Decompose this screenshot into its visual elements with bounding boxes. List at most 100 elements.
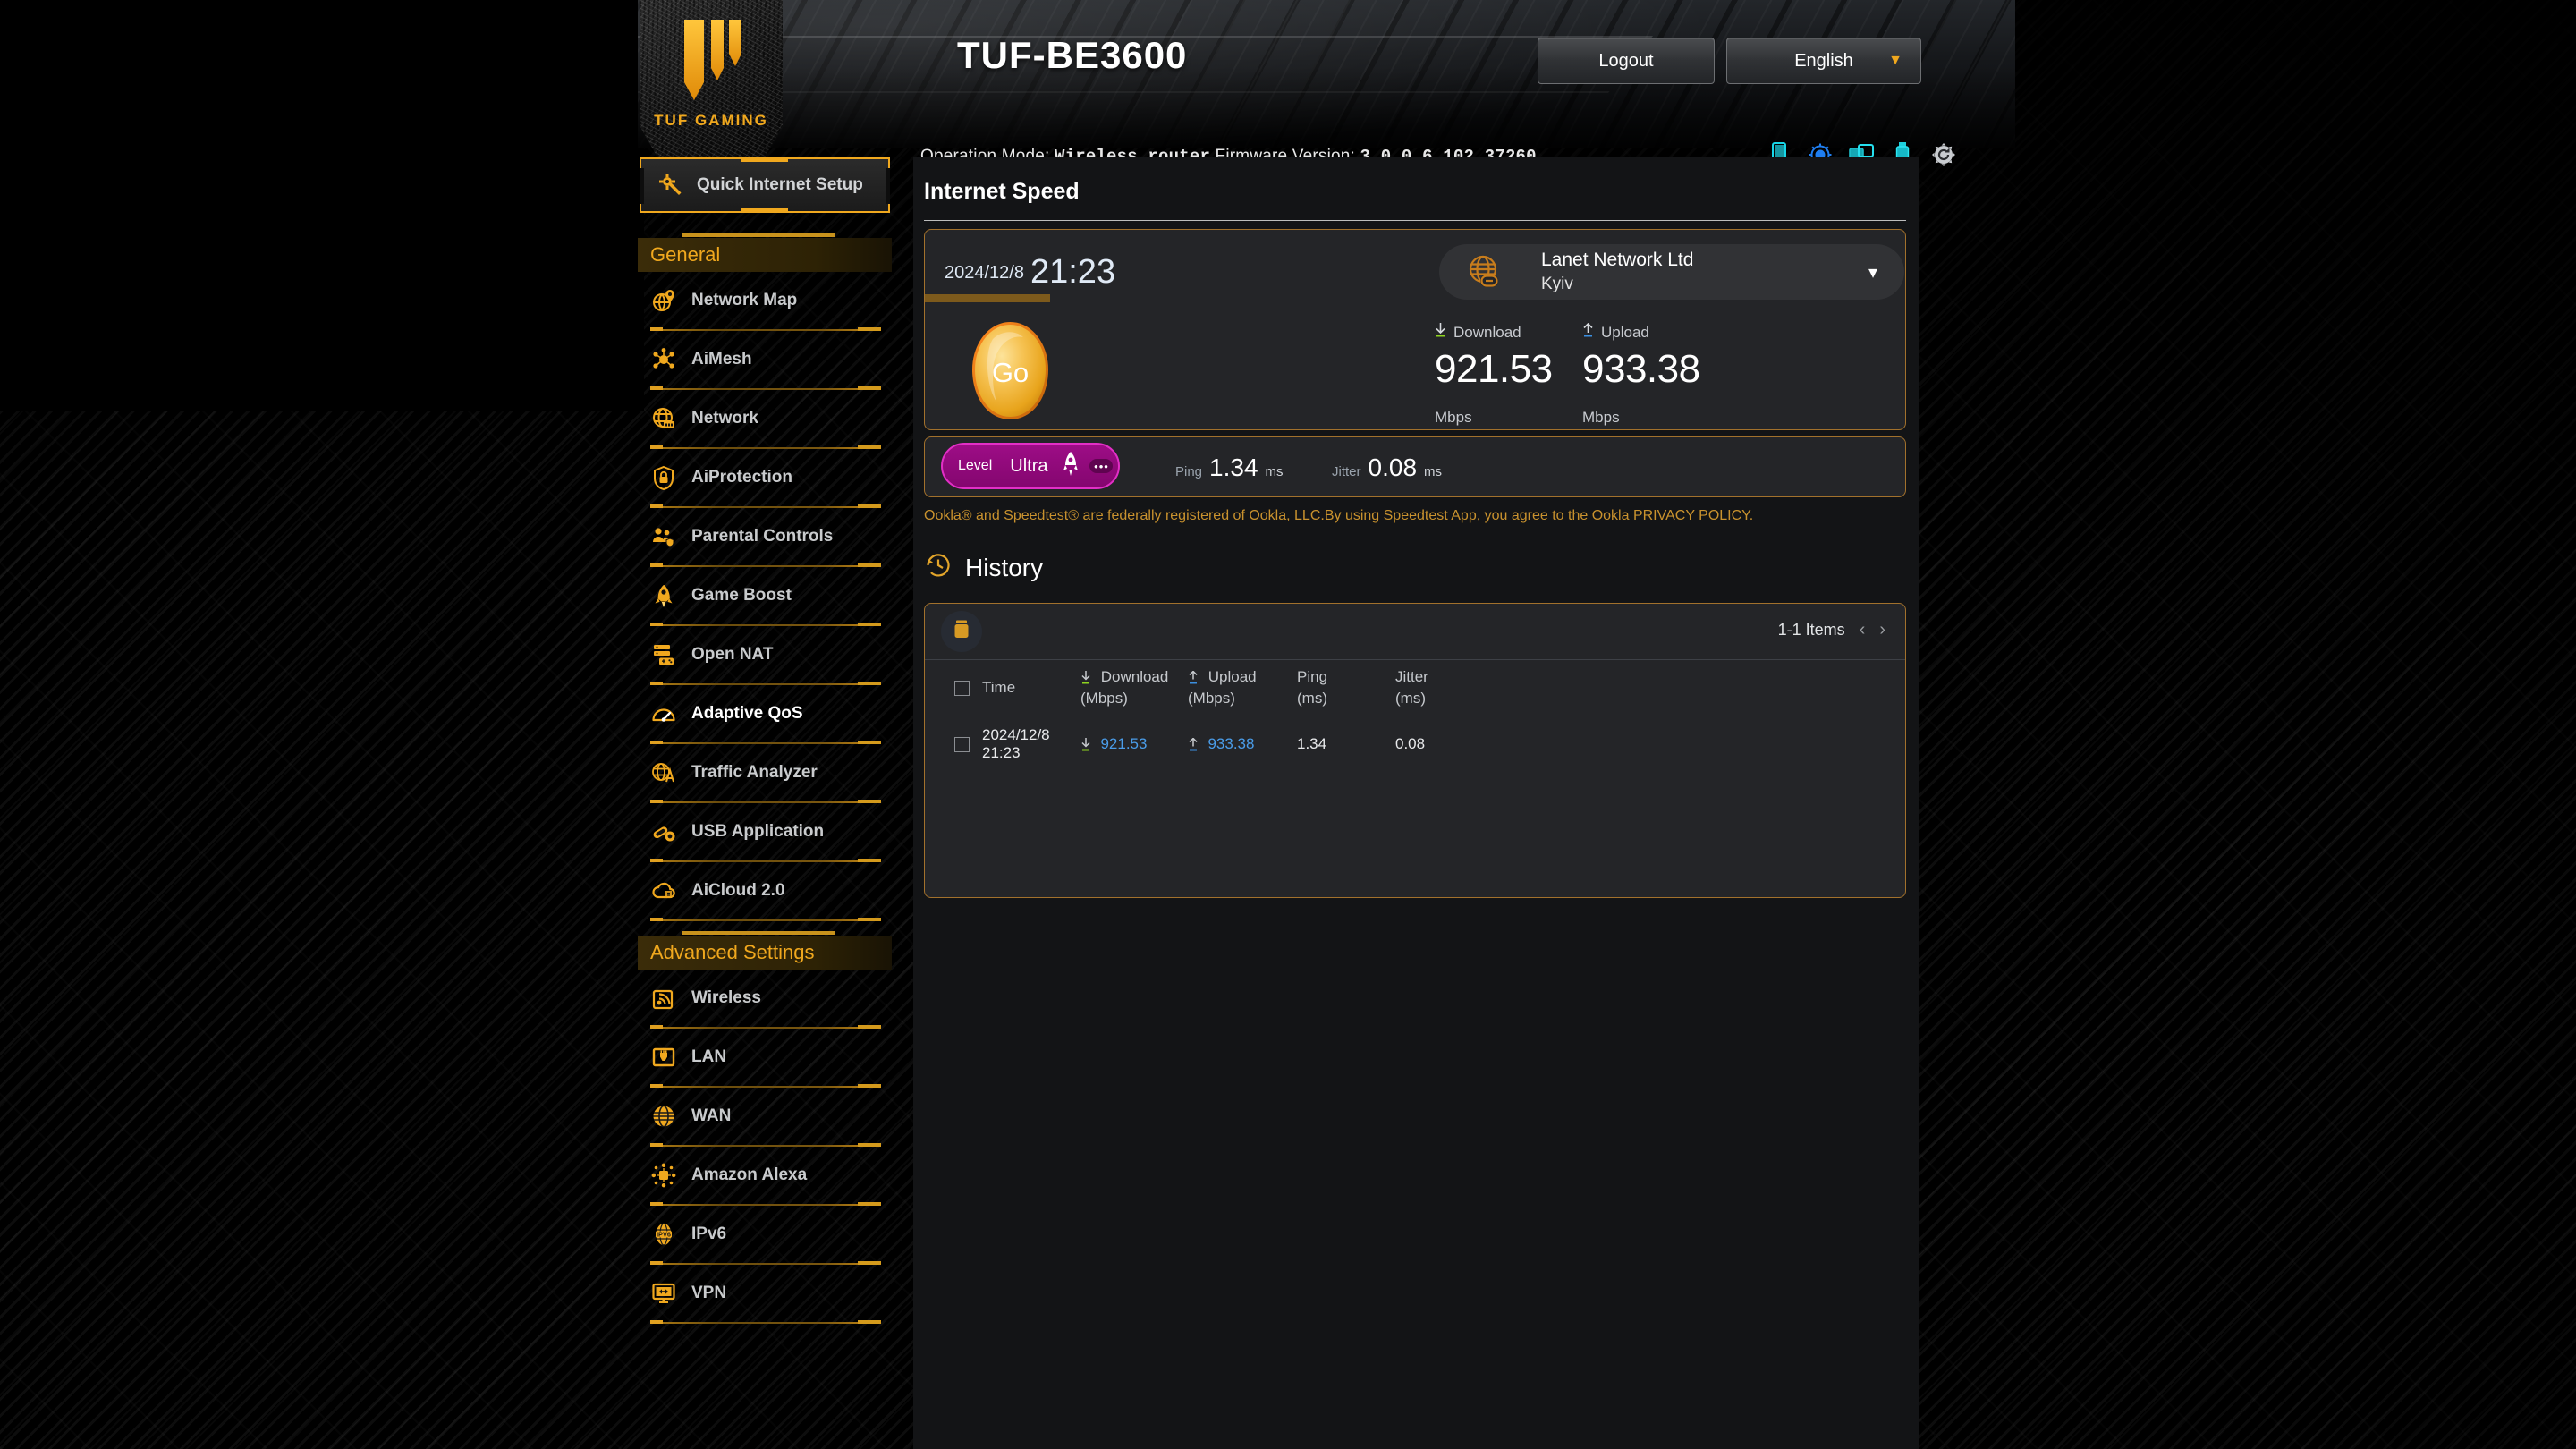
chevron-down-icon[interactable]: ▾ (1868, 261, 1877, 284)
upload-metric: Upload 933.38 Mbps (1582, 322, 1700, 427)
reboot-gear-icon[interactable] (1931, 141, 1956, 168)
tuf-logo-icon (668, 14, 754, 112)
ping-metric: Ping 1.34 ms (1175, 453, 1284, 482)
table-row[interactable]: 2024/12/8 21:23 921.53 933.38 1.34 0.08 (925, 716, 1905, 772)
language-selector[interactable]: English ▼ (1726, 38, 1921, 84)
upload-unit: Mbps (1582, 409, 1620, 426)
column-time: Time (982, 679, 1080, 697)
trash-icon (952, 619, 971, 645)
row-ping-value: 1.34 (1297, 735, 1327, 752)
sidebar-section-general: General (638, 233, 892, 272)
sidebar-item-wireless[interactable]: Wireless (638, 970, 892, 1027)
qis-corner-left (640, 168, 644, 204)
sidebar-item-traffic-analyzer[interactable]: Traffic Analyzer (638, 744, 892, 801)
sidebar-item-label: Game Boost (691, 586, 792, 605)
test-time: 21:23 (1030, 253, 1116, 291)
row-ping-cell: 1.34 (1297, 735, 1395, 753)
title-divider (924, 220, 1906, 221)
history-toolbar: 1-1 Items ‹ › (925, 604, 1905, 660)
download-value: 921.53 (1435, 347, 1553, 391)
isp-name: Lanet Network Ltd (1541, 250, 1694, 270)
row-upload-value: 933.38 (1208, 735, 1255, 752)
section-title: Internet Speed (924, 179, 1080, 204)
sidebar-item-wan[interactable]: WAN (638, 1088, 892, 1145)
history-title: History (965, 553, 1044, 581)
upload-label: Upload (1601, 324, 1649, 341)
jitter-value: 0.08 (1368, 453, 1418, 481)
upload-value: 933.38 (1582, 347, 1700, 391)
delete-history-button[interactable] (941, 611, 982, 652)
history-header: History (924, 551, 1043, 584)
traffic-analyzer-icon (650, 759, 677, 786)
row-checkbox[interactable] (953, 736, 970, 752)
ipv6-icon: IPV6 (650, 1221, 677, 1248)
isp-info: Lanet Network Ltd Kyiv (1541, 248, 1868, 296)
usb-icon (650, 818, 677, 845)
sidebar-item-aicloud-2-0[interactable]: AiCloud 2.0 (638, 862, 892, 919)
sidebar-item-lan[interactable]: LAN (638, 1029, 892, 1086)
network-map-icon (650, 287, 677, 314)
column-jitter-unit: (ms) (1395, 690, 1426, 707)
sidebar-section-advanced: Advanced Settings (638, 931, 892, 970)
sidebar-item-label: Network (691, 409, 758, 428)
sidebar-item-quick-internet-setup[interactable]: Quick Internet Setup (640, 157, 890, 213)
level-value: Ultra (1010, 455, 1048, 476)
test-datetime: 2024/12/8 21:23 (945, 255, 1115, 289)
sidebar-item-network[interactable]: Network (638, 390, 892, 447)
sidebar-item-game-boost[interactable]: Game Boost (638, 567, 892, 624)
column-download-unit: (Mbps) (1080, 690, 1128, 707)
sidebar-item-parental-controls[interactable]: Parental Controls (638, 508, 892, 565)
rocket-icon (650, 582, 677, 609)
level-badge[interactable]: Level Ultra ••• (941, 443, 1120, 489)
sidebar-item-label: Adaptive QoS (691, 704, 803, 723)
isp-selector[interactable]: Lanet Network Ltd Kyiv ▾ (1439, 244, 1904, 300)
logout-button[interactable]: Logout (1538, 38, 1715, 84)
row-upload-cell: 933.38 (1188, 735, 1297, 753)
qis-corner-right (886, 168, 890, 204)
row-download-cell: 921.53 (1080, 735, 1188, 753)
sidebar-item-adaptive-qos[interactable]: Adaptive QoS (638, 685, 892, 742)
upload-arrow-icon (1582, 322, 1594, 343)
date-underline-bar (925, 294, 1050, 302)
download-header: Download (1435, 323, 1553, 343)
download-arrow-icon (1435, 323, 1446, 343)
ookla-privacy-policy-link[interactable]: Ookla PRIVACY POLICY (1592, 508, 1750, 523)
alexa-icon (650, 1162, 677, 1189)
go-button[interactable]: Go (962, 319, 1058, 422)
ping-value: 1.34 (1209, 453, 1258, 481)
upload-arrow-icon (1188, 670, 1199, 685)
level-more-icon[interactable]: ••• (1089, 459, 1114, 473)
sidebar-item-label: IPv6 (691, 1224, 727, 1243)
chevron-right-icon[interactable]: › (1879, 620, 1885, 640)
sidebar: Quick Internet Setup General Network Map… (638, 157, 892, 1449)
column-download: Download (Mbps) (1080, 660, 1188, 716)
row-jitter-cell: 0.08 (1395, 735, 1494, 753)
sidebar-item-aimesh[interactable]: AiMesh (638, 331, 892, 388)
sidebar-item-label: Open NAT (691, 645, 774, 664)
advanced-header-label: Advanced Settings (650, 941, 815, 963)
select-all-checkbox[interactable] (953, 680, 970, 696)
chevron-left-icon[interactable]: ‹ (1860, 620, 1866, 640)
sidebar-item-usb-application[interactable]: USB Application (638, 803, 892, 860)
sidebar-item-label: USB Application (691, 822, 825, 841)
sidebar-item-label: Parental Controls (691, 527, 834, 546)
row-time: 21:23 (982, 744, 1021, 761)
download-unit: Mbps (1435, 409, 1472, 426)
sidebar-item-label: Wireless (691, 988, 761, 1007)
sidebar-item-aiprotection[interactable]: AiProtection (638, 449, 892, 506)
column-ping-label: Ping (1297, 668, 1328, 685)
row-time-cell: 2024/12/8 21:23 (982, 726, 1080, 762)
globe-icon (650, 1103, 677, 1130)
sidebar-item-label: AiCloud 2.0 (691, 881, 785, 900)
sidebar-item-ipv6[interactable]: IPV6 IPv6 (638, 1206, 892, 1263)
sidebar-item-vpn[interactable]: VPN (638, 1265, 892, 1322)
sidebar-item-open-nat[interactable]: Open NAT (638, 626, 892, 683)
sidebar-divider (650, 918, 881, 921)
column-jitter: Jitter (ms) (1395, 660, 1494, 716)
sidebar-item-amazon-alexa[interactable]: Amazon Alexa (638, 1147, 892, 1204)
sidebar-item-label: VPN (691, 1284, 727, 1302)
sidebar-advanced-list: Wireless LAN WAN Amazon Alexa IPV6 IPv6 VPN (638, 970, 892, 1324)
general-header-label: General (650, 243, 721, 266)
speed-test-card: 2024/12/8 21:23 Lanet Network Ltd Kyiv ▾… (924, 229, 1906, 430)
sidebar-item-network-map[interactable]: Network Map (638, 272, 892, 329)
